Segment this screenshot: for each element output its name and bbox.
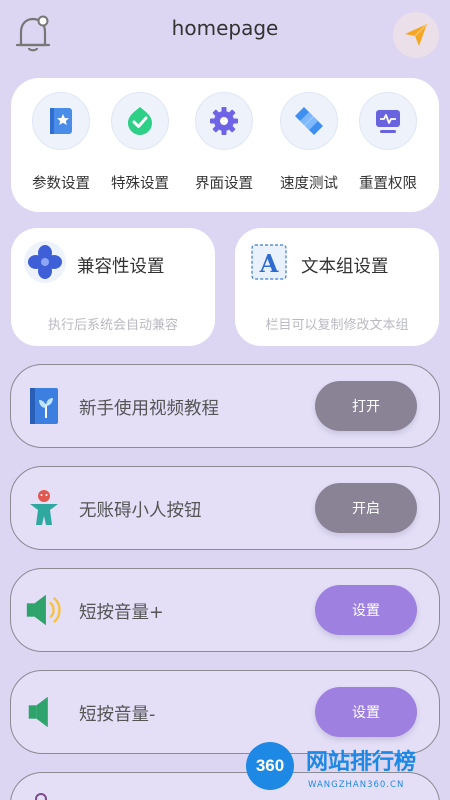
text-group-settings-card[interactable]: A 文本组设置 栏目可以复制修改文本组 — [235, 228, 439, 346]
list-item-video-tutorial: 新手使用视频教程 打开 — [10, 364, 440, 448]
grid-item-interface[interactable]: 界面设置 — [184, 92, 264, 193]
book-plant-icon — [23, 385, 65, 427]
open-button[interactable]: 打开 — [315, 381, 417, 431]
set-button[interactable]: 设置 — [315, 585, 417, 635]
settings-book-icon — [50, 108, 72, 134]
card-description: 栏目可以复制修改文本组 — [265, 318, 409, 333]
grid-label: 界面设置 — [195, 176, 253, 192]
svg-text:A: A — [259, 249, 279, 278]
gear-icon — [210, 107, 238, 135]
monitor-icon — [376, 110, 400, 133]
volume-up-icon — [23, 589, 65, 631]
volume-down-icon — [23, 691, 65, 733]
enable-button[interactable]: 开启 — [315, 483, 417, 533]
partial-icon — [35, 793, 47, 800]
grid-item-reset-permission[interactable]: 重置权限 — [348, 92, 428, 193]
compat-petal-icon — [23, 240, 67, 284]
letter-a-icon: A — [247, 240, 291, 284]
shield-check-icon — [128, 107, 152, 135]
row-label: 短按音量- — [79, 705, 156, 725]
quick-settings-card: 参数设置 特殊设置 界面设置 速度测试 重置权限 — [11, 78, 439, 212]
person-icon — [23, 487, 65, 529]
list-item-volume-up: 短按音量+ 设置 — [10, 568, 440, 652]
watermark-subtext: WANGZHAN360.CN — [308, 780, 405, 790]
page-title: homepage — [171, 16, 279, 40]
speed-diamond-icon — [295, 107, 323, 135]
send-button[interactable] — [393, 12, 439, 58]
grid-item-special[interactable]: 特殊设置 — [100, 92, 180, 193]
list-item-accessibility-button: 无账碍小人按钮 开启 — [10, 466, 440, 550]
send-icon — [405, 23, 428, 46]
card-title: 文本组设置 — [301, 257, 389, 277]
grid-label: 重置权限 — [359, 176, 417, 192]
row-label: 短按音量+ — [79, 603, 164, 623]
row-label: 无账碍小人按钮 — [79, 501, 202, 521]
grid-item-params[interactable]: 参数设置 — [21, 92, 101, 193]
watermark-logo: 360 网站排行榜 WANGZHAN360.CN — [246, 738, 450, 800]
card-description: 执行后系统会自动兼容 — [47, 318, 178, 333]
row-label: 新手使用视频教程 — [79, 399, 219, 419]
card-title: 兼容性设置 — [77, 257, 165, 277]
compat-settings-card[interactable]: 兼容性设置 执行后系统会自动兼容 — [11, 228, 215, 346]
grid-label: 参数设置 — [32, 176, 90, 192]
watermark-badge: 360 — [246, 742, 294, 790]
grid-label: 特殊设置 — [111, 176, 169, 192]
header: homepage — [0, 0, 450, 64]
grid-item-speed-test[interactable]: 速度测试 — [269, 92, 349, 193]
grid-label: 速度测试 — [280, 176, 338, 192]
set-button[interactable]: 设置 — [315, 687, 417, 737]
watermark-text: 网站排行榜 — [306, 750, 417, 775]
